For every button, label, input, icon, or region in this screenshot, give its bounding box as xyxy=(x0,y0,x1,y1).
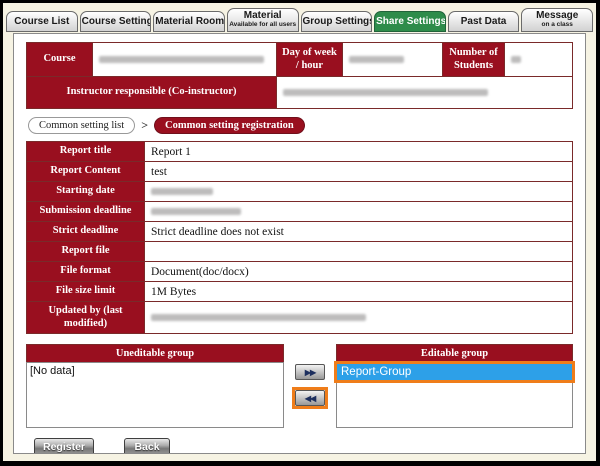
tab-message-on-class[interactable]: Message on a class xyxy=(521,8,593,32)
tab-bar: Course List Course Settings Material Roo… xyxy=(3,3,596,32)
tab-group-settings[interactable]: Group Settings xyxy=(301,11,373,33)
submission-deadline-label: Submission deadline xyxy=(27,202,145,222)
tab-past-data[interactable]: Past Data xyxy=(448,11,520,33)
editable-group-listbox[interactable]: Report-Group xyxy=(336,362,573,428)
report-detail-table: Report title Report 1 Report Content tes… xyxy=(26,141,573,334)
submission-deadline-value xyxy=(145,202,573,222)
redacted-value xyxy=(99,56,264,63)
students-value xyxy=(505,43,573,77)
editable-group-panel: Editable group Report-Group xyxy=(336,344,573,428)
breadcrumb: Common setting list > Common setting reg… xyxy=(28,117,571,134)
editable-group-header: Editable group xyxy=(336,344,573,362)
tab-course-settings[interactable]: Course Settings xyxy=(80,11,152,33)
tab-label: Material xyxy=(244,10,282,21)
register-button[interactable]: Register xyxy=(34,438,94,454)
tab-material-all-users[interactable]: Material Available for all users xyxy=(227,8,299,32)
strict-deadline-label: Strict deadline xyxy=(27,222,145,242)
group-assignment-section: Uneditable group [No data] ▶▶ ◀◀ Editabl… xyxy=(26,344,573,428)
day-of-week-label: Day of week / hour xyxy=(277,43,343,77)
instructor-value xyxy=(277,77,573,109)
tab-sublabel: on a class xyxy=(523,22,591,29)
footer-actions: Register Back xyxy=(26,428,573,454)
breadcrumb-separator: > xyxy=(141,118,148,133)
redacted-value xyxy=(151,314,366,321)
report-content-value: test xyxy=(145,162,573,182)
highlight-box-move-left: ◀◀ xyxy=(292,387,328,409)
uneditable-group-listbox[interactable]: [No data] xyxy=(26,362,284,428)
lms-page: Course List Course Settings Material Roo… xyxy=(3,3,596,461)
uneditable-group-panel: Uneditable group [No data] xyxy=(26,344,284,428)
report-file-value xyxy=(145,242,573,262)
no-data-text: [No data] xyxy=(27,363,283,379)
tab-label: Message xyxy=(536,10,578,21)
redacted-value xyxy=(349,56,404,63)
instructor-label: Instructor responsible (Co-instructor) xyxy=(27,77,277,109)
tab-material-room[interactable]: Material Room xyxy=(153,11,225,33)
file-format-label: File format xyxy=(27,262,145,282)
uneditable-group-header: Uneditable group xyxy=(26,344,284,362)
file-format-value: Document(doc/docx) xyxy=(145,262,573,282)
day-of-week-value xyxy=(343,43,443,77)
report-file-label: Report file xyxy=(27,242,145,262)
students-label: Number of Students xyxy=(443,43,505,77)
course-info-table: Course Day of week / hour Number of Stud… xyxy=(26,42,573,109)
move-left-button[interactable]: ◀◀ xyxy=(295,390,325,406)
content-panel: Course Day of week / hour Number of Stud… xyxy=(13,33,586,454)
common-setting-list-button[interactable]: Common setting list xyxy=(28,117,135,134)
updated-by-label: Updated by (last modified) xyxy=(27,302,145,334)
tab-sublabel: Available for all users xyxy=(229,22,297,29)
strict-deadline-value: Strict deadline does not exist xyxy=(145,222,573,242)
tab-share-settings[interactable]: Share Settings xyxy=(374,11,446,33)
redacted-value xyxy=(151,208,241,215)
back-button[interactable]: Back xyxy=(124,438,170,454)
file-size-limit-label: File size limit xyxy=(27,282,145,302)
highlight-box-selected-group: Report-Group xyxy=(334,361,575,383)
course-label: Course xyxy=(27,43,93,77)
common-setting-registration-button[interactable]: Common setting registration xyxy=(154,117,305,134)
screenshot-frame: Course List Course Settings Material Roo… xyxy=(0,0,600,466)
redacted-value xyxy=(283,89,488,96)
redacted-value xyxy=(151,188,213,195)
updated-by-value xyxy=(145,302,573,334)
starting-date-value xyxy=(145,182,573,202)
group-list-item-report-group[interactable]: Report-Group xyxy=(337,364,572,380)
file-size-limit-value: 1M Bytes xyxy=(145,282,573,302)
starting-date-label: Starting date xyxy=(27,182,145,202)
report-content-label: Report Content xyxy=(27,162,145,182)
tab-course-list[interactable]: Course List xyxy=(6,11,78,33)
report-title-label: Report title xyxy=(27,142,145,162)
group-move-controls: ▶▶ ◀◀ xyxy=(284,344,336,428)
redacted-value xyxy=(511,56,521,63)
move-right-button[interactable]: ▶▶ xyxy=(295,364,325,380)
course-value xyxy=(93,43,277,77)
report-title-value: Report 1 xyxy=(145,142,573,162)
